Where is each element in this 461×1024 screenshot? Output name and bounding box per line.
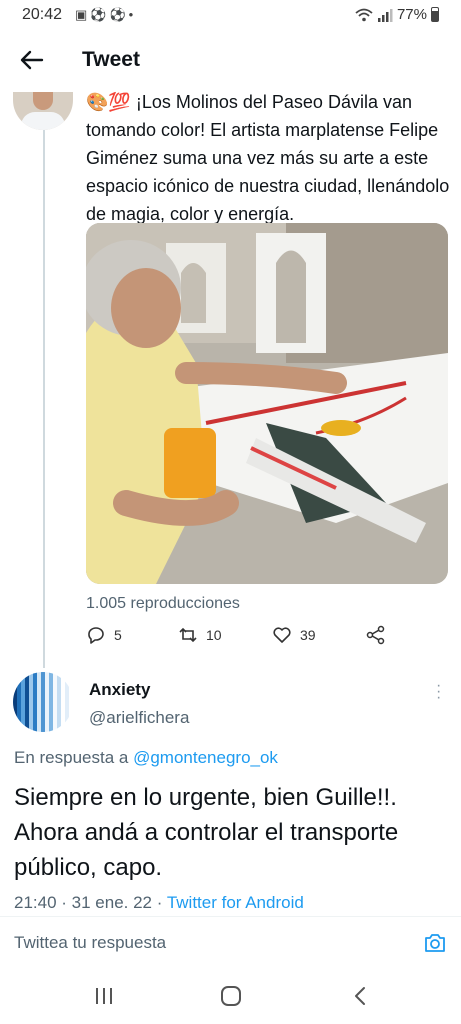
timestamp: 21:40 · 31 ene. 22 ·: [14, 893, 167, 912]
reply-to-link[interactable]: @gmontenegro_ok: [133, 748, 278, 767]
like-button[interactable]: 39: [272, 625, 316, 645]
system-nav-bar: [0, 968, 461, 1024]
share-button[interactable]: [366, 625, 386, 645]
reply-button[interactable]: 5: [86, 625, 122, 645]
soccer-ball-icon: ⚽: [109, 7, 129, 22]
more-vertical-icon: · · ·: [436, 677, 442, 706]
reply-prefix: En respuesta a: [14, 748, 134, 767]
tweet-actions: 5 10 39: [86, 625, 406, 649]
thread-line: [43, 130, 45, 668]
tweet-video[interactable]: [86, 223, 448, 584]
reply-text: Siempre en lo urgente, bien Guille!!. Ah…: [14, 784, 399, 881]
tweet-meta: 21:40 · 31 ene. 22 · Twitter for Android: [14, 893, 304, 913]
tweet-body: ¡Los Molinos del Paseo Dávila van tomand…: [86, 92, 450, 224]
back-arrow-icon: [20, 50, 44, 70]
avatar[interactable]: [13, 92, 73, 130]
image-icon: ▣: [75, 7, 91, 22]
user-handle[interactable]: @arielfichera: [89, 708, 189, 728]
back-nav-icon[interactable]: [347, 984, 375, 1008]
heart-icon: [273, 627, 291, 643]
recent-apps-icon[interactable]: [90, 984, 118, 1008]
user-name[interactable]: Anxiety: [89, 680, 150, 700]
wifi-icon: [355, 8, 373, 21]
reply-count: 5: [114, 627, 122, 643]
retweet-icon: [179, 627, 197, 643]
reply-input[interactable]: Twittea tu respuesta: [14, 933, 166, 953]
emoji: 🎨💯: [86, 92, 131, 112]
more-options-button[interactable]: · · ·: [436, 678, 441, 706]
camera-icon[interactable]: [423, 931, 447, 955]
page-title: Tweet: [82, 48, 140, 71]
reply-composer[interactable]: Twittea tu respuesta: [0, 916, 461, 970]
reply-context: En respuesta a @gmontenegro_ok: [14, 748, 278, 768]
avatar-image: [13, 672, 73, 732]
notification-icons: ▣⚽⚽•: [75, 7, 136, 23]
retweet-count: 10: [206, 627, 222, 643]
back-button[interactable]: [18, 46, 48, 76]
status-bar: 20:42 ▣⚽⚽• 77%: [0, 0, 461, 32]
avatar[interactable]: [13, 672, 73, 732]
reply-icon: [88, 627, 104, 644]
status-time: 20:42: [22, 6, 63, 23]
dot-icon: •: [128, 7, 137, 22]
view-count: 1.005 reproducciones: [86, 595, 240, 612]
battery-percent: 77%: [396, 6, 427, 23]
share-icon: [366, 625, 385, 645]
retweet-button[interactable]: 10: [178, 625, 222, 645]
signal-icon: [377, 8, 393, 22]
header: Tweet: [0, 38, 461, 84]
status-right: 77%: [355, 6, 439, 23]
like-count: 39: [300, 627, 316, 643]
source-link[interactable]: Twitter for Android: [167, 893, 304, 912]
video-thumbnail: [86, 223, 448, 584]
tweet-text: 🎨💯 ¡Los Molinos del Paseo Dávila van tom…: [86, 88, 451, 228]
battery-icon: [431, 7, 439, 22]
soccer-ball-icon: ⚽: [90, 7, 110, 22]
home-icon[interactable]: [217, 984, 245, 1008]
